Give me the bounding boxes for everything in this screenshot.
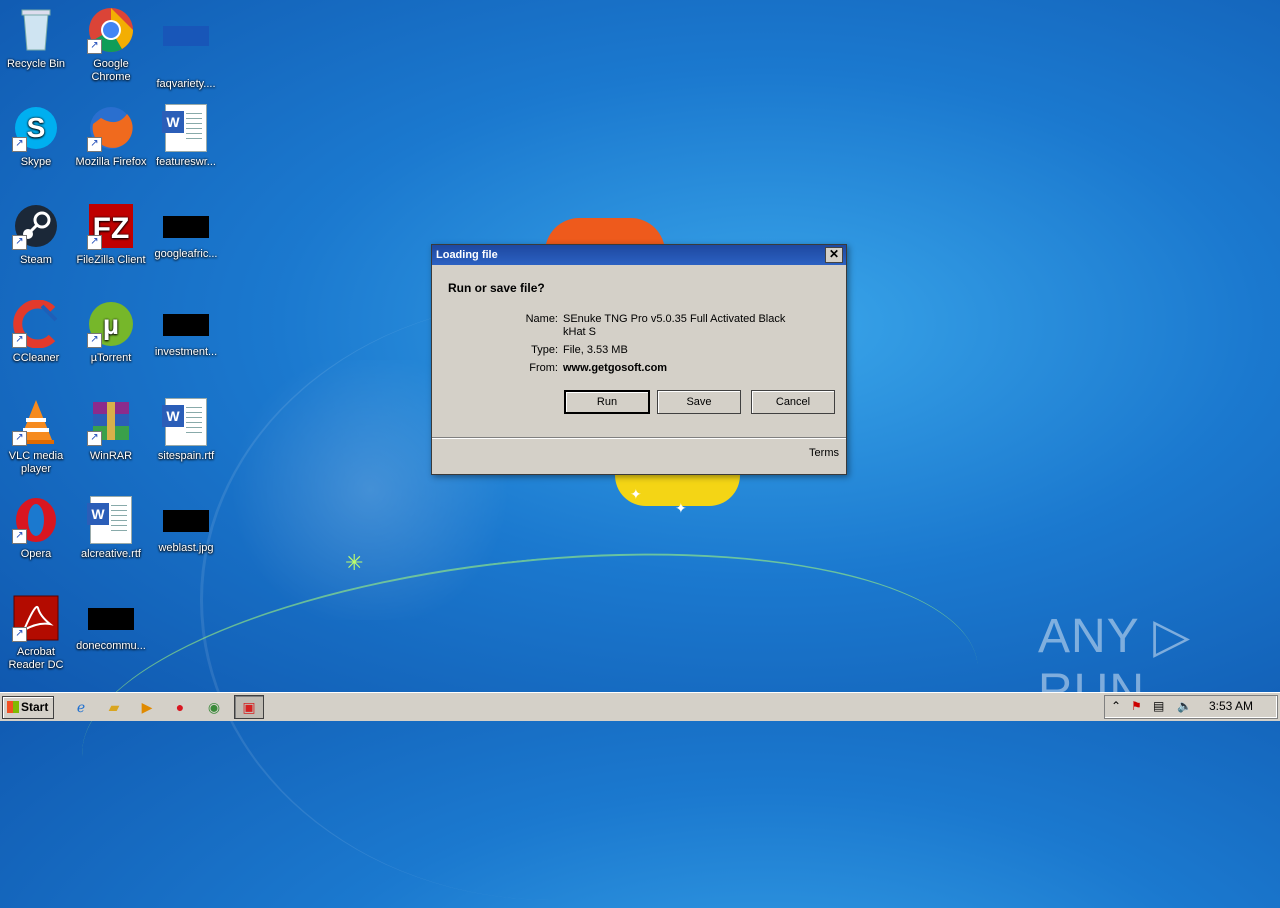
network-icon[interactable]: ▤ — [1153, 699, 1164, 713]
word-document-icon: W — [162, 104, 210, 152]
desktop-icon-steam[interactable]: ↗ Steam — [0, 202, 74, 267]
chevron-up-icon[interactable]: ⌃ — [1111, 699, 1121, 713]
shortcut-arrow-icon: ↗ — [12, 137, 27, 152]
run-button[interactable]: Run — [564, 390, 650, 414]
desktop-icon-faqvariety[interactable]: faqvariety.... — [148, 6, 224, 91]
winrar-icon: ↗ — [87, 398, 135, 446]
word-document-icon: W — [87, 496, 135, 544]
opera-icon: ↗ — [12, 496, 60, 544]
dialog-title: Loading file — [436, 249, 498, 261]
desktop-icon-acrobat[interactable]: ↗ Acrobat Reader DC — [0, 594, 74, 672]
type-label: Type: — [531, 344, 558, 356]
ccleaner-icon: ↗ — [12, 299, 60, 349]
desktop-icon-recycle-bin[interactable]: Recycle Bin — [0, 6, 74, 71]
redacted-thumbnail — [88, 608, 134, 630]
desktop-icon-googleafric[interactable]: googleafric... — [148, 202, 224, 261]
media-player-icon[interactable]: ▶ — [138, 698, 156, 716]
volume-icon[interactable]: 🔈 — [1177, 699, 1192, 713]
system-tray: ⌃ ⚑ ▤ 🔈 3:53 AM — [1104, 695, 1278, 719]
close-icon[interactable]: ✕ — [825, 247, 843, 263]
ccleaner-taskbar-icon: ▣ — [242, 699, 256, 715]
redacted-thumbnail — [163, 216, 209, 238]
desktop-icon-weblast[interactable]: weblast.jpg — [148, 496, 224, 555]
desktop-icon-vlc[interactable]: ↗ VLC media player — [0, 398, 74, 476]
desktop-icon-featureswr[interactable]: W featureswr... — [148, 104, 224, 169]
desktop-icon-donecommu[interactable]: donecommu... — [73, 594, 149, 653]
shortcut-arrow-icon: ↗ — [12, 529, 27, 544]
shortcut-arrow-icon: ↗ — [87, 333, 102, 348]
save-button[interactable]: Save — [657, 390, 741, 414]
chrome-taskbar-icon[interactable]: ◉ — [205, 698, 223, 716]
acrobat-icon: ↗ — [12, 594, 60, 642]
svg-text:S: S — [27, 112, 46, 143]
file-icon — [162, 26, 210, 74]
redacted-thumbnail — [163, 314, 209, 336]
desktop-icon-alcreative[interactable]: W alcreative.rtf — [73, 496, 149, 561]
internet-explorer-icon[interactable]: ℯ — [72, 698, 90, 716]
shortcut-arrow-icon: ↗ — [12, 627, 27, 642]
utorrent-icon: µ ↗ — [87, 300, 135, 348]
desktop-icon-investment[interactable]: investment... — [148, 300, 224, 359]
folder-icon[interactable]: ▰ — [105, 698, 123, 716]
flag-alert-icon[interactable]: ⚑ — [1131, 699, 1142, 713]
shortcut-arrow-icon: ↗ — [87, 39, 102, 54]
dialog-titlebar[interactable]: Loading file ✕ — [432, 245, 846, 265]
name-label: Name: — [525, 313, 558, 325]
skype-icon: S ↗ — [12, 104, 60, 152]
start-label: Start — [21, 700, 49, 714]
shortcut-arrow-icon: ↗ — [87, 235, 102, 250]
terms-link[interactable]: Terms — [809, 447, 839, 459]
shortcut-arrow-icon: ↗ — [87, 431, 102, 446]
dialog-heading: Run or save file? — [448, 281, 545, 295]
svg-text:µ: µ — [103, 309, 119, 340]
desktop-icon-filezilla[interactable]: FZ ↗ FileZilla Client — [73, 202, 149, 267]
sparkle-icon: ✦ — [630, 486, 642, 502]
shortcut-arrow-icon: ↗ — [87, 137, 102, 152]
opera-taskbar-icon[interactable]: ● — [171, 698, 189, 716]
vlc-cone-icon: ↗ — [12, 398, 60, 446]
desktop-icon-google-chrome[interactable]: ↗ Google Chrome — [73, 6, 149, 84]
type-value: File, 3.53 MB — [563, 344, 628, 356]
shortcut-arrow-icon: ↗ — [12, 333, 27, 348]
desktop-icon-skype[interactable]: S ↗ Skype — [0, 104, 74, 169]
sparkle-icon: ✳ — [345, 550, 364, 575]
name-value: SEnuke TNG Pro v5.0.35 Full Activated Bl… — [563, 313, 786, 338]
windows-flag-icon — [7, 701, 19, 713]
loading-file-dialog: Loading file ✕ Run or save file? Name: S… — [431, 244, 847, 475]
recycle-bin-icon — [12, 6, 60, 54]
desktop-icon-utorrent[interactable]: µ ↗ µTorrent — [73, 300, 149, 365]
clock[interactable]: 3:53 AM — [1209, 699, 1253, 713]
desktop-icon-firefox[interactable]: ↗ Mozilla Firefox — [73, 104, 149, 169]
shortcut-arrow-icon: ↗ — [12, 235, 27, 250]
start-button[interactable]: Start — [2, 696, 54, 719]
filezilla-icon: FZ ↗ — [87, 202, 135, 250]
firefox-icon: ↗ — [87, 104, 135, 152]
desktop-icon-sitespain[interactable]: W sitespain.rtf — [148, 398, 224, 463]
desktop-icon-opera[interactable]: ↗ Opera — [0, 496, 74, 561]
chrome-icon: ↗ — [87, 6, 135, 54]
sparkle-icon: ✦ — [675, 500, 687, 516]
taskbar: Start ℯ ▰ ▶ ● ◉ ▣ ⌃ ⚑ ▤ 🔈 3:53 AM — [0, 692, 1280, 721]
from-label: From: — [529, 362, 558, 374]
from-value: www.getgosoft.com — [563, 362, 668, 374]
redacted-thumbnail — [163, 510, 209, 532]
shortcut-arrow-icon: ↗ — [12, 431, 27, 446]
dialog-separator — [432, 437, 846, 439]
ccleaner-taskbar-button[interactable]: ▣ — [234, 695, 264, 719]
steam-icon: ↗ — [12, 202, 60, 250]
desktop-icon-winrar[interactable]: ↗ WinRAR — [73, 398, 149, 463]
word-document-icon: W — [162, 398, 210, 446]
cancel-button[interactable]: Cancel — [751, 390, 835, 414]
desktop-icon-ccleaner[interactable]: ↗ CCleaner — [0, 299, 74, 365]
